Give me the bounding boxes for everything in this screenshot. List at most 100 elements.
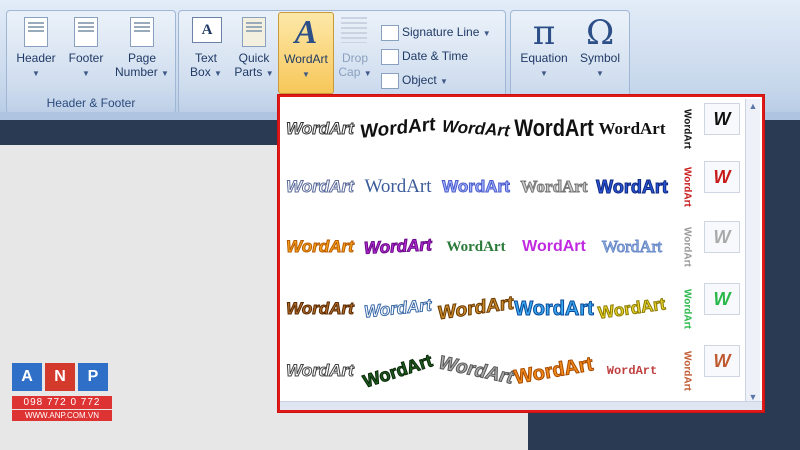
wordart-w-option[interactable]: W <box>704 103 740 135</box>
wordart-style-option[interactable]: WordArt <box>284 283 356 335</box>
wordart-w-option[interactable]: W <box>704 161 740 193</box>
page-number-icon <box>128 17 156 47</box>
wordart-style-text: WordArt <box>601 237 662 257</box>
wordart-w-option[interactable]: W <box>704 283 740 315</box>
object-icon <box>381 72 399 89</box>
wordart-vertical-text: WordArt <box>681 227 693 267</box>
anp-logo: A N P 098 772 0 772 WWW.ANP.COM.VN <box>12 363 112 421</box>
wordart-style-option[interactable]: WordArt <box>440 161 512 213</box>
chevron-down-icon: ▼ <box>302 70 310 79</box>
wordart-w-option[interactable]: W <box>704 345 740 377</box>
wordart-style-text: WordArt <box>446 238 506 255</box>
wordart-style-option[interactable]: WordArt <box>514 283 595 335</box>
wordart-w-letter: W <box>713 226 731 247</box>
drop-cap-button[interactable]: Drop Cap ▼ <box>335 17 375 81</box>
chevron-down-icon: ▼ <box>82 69 90 78</box>
wordart-vertical-option[interactable]: WordArt <box>676 157 698 217</box>
wordart-style-option[interactable]: WordArt <box>284 103 356 155</box>
chevron-down-icon: ▼ <box>32 69 40 78</box>
wordart-w-option[interactable]: W <box>704 221 740 253</box>
wordart-style-text: WordArt <box>514 115 594 142</box>
signature-icon <box>381 24 399 41</box>
quick-parts-icon <box>240 17 268 47</box>
wordart-style-option[interactable]: WordArt <box>596 283 668 335</box>
wordart-style-text: WordArt <box>514 297 595 320</box>
wordart-style-text: WordArt <box>286 237 355 257</box>
wordart-vertical-option[interactable]: WordArt <box>676 99 698 159</box>
wordart-icon: A <box>294 14 318 51</box>
quick-parts-label-2: Parts ▼ <box>234 65 274 79</box>
header-icon <box>22 17 50 47</box>
gallery-bottom-strip <box>280 401 762 410</box>
wordart-style-text: WordArt <box>596 176 669 197</box>
logo-website: WWW.ANP.COM.VN <box>12 410 112 421</box>
wordart-style-text: WordArt <box>363 295 433 322</box>
wordart-style-option[interactable]: WordArt <box>440 103 512 155</box>
wordart-style-option[interactable]: WordArt <box>518 161 590 213</box>
wordart-vertical-option[interactable]: WordArt <box>676 341 698 401</box>
wordart-button[interactable]: A WordArt ▼ <box>278 12 334 94</box>
page-number-label-2: Number ▼ <box>115 65 169 79</box>
wordart-grid: WordArt WordArt WordArt WordArt WordArt WordA… <box>284 101 744 403</box>
wordart-gallery: WordArt WordArt WordArt WordArt WordArt WordA… <box>278 95 764 412</box>
wordart-vertical-text: WordArt <box>681 167 693 207</box>
logo-letter-n: N <box>45 363 75 391</box>
wordart-style-option[interactable]: WordArt <box>360 103 437 155</box>
page-number-button[interactable]: Page Number ▼ <box>113 17 171 81</box>
wordart-style-option[interactable]: WordArt <box>596 161 669 213</box>
wordart-w-letter: W <box>713 108 731 129</box>
wordart-style-text: WordArt <box>360 113 437 144</box>
wordart-style-text: WordArt <box>286 119 355 139</box>
footer-button[interactable]: Footer ▼ <box>61 17 111 81</box>
wordart-style-option[interactable]: WordArt <box>514 103 594 155</box>
wordart-style-option[interactable]: WordArt <box>435 345 518 397</box>
wordart-style-option[interactable]: WordArt <box>284 161 356 213</box>
wordart-style-option[interactable]: WordArt <box>362 221 434 273</box>
wordart-style-option[interactable]: WordArt <box>284 345 356 397</box>
wordart-style-text: WordArt <box>598 119 666 138</box>
quick-parts-label-1: Quick <box>238 51 270 65</box>
wordart-style-text: WordArt <box>363 235 433 259</box>
wordart-w-letter: W <box>713 288 731 309</box>
wordart-style-text: WordArt <box>597 294 668 323</box>
wordart-style-text: WordArt <box>435 352 518 389</box>
wordart-style-option[interactable]: WordArt <box>596 345 668 397</box>
wordart-label: WordArt <box>284 52 328 66</box>
drop-cap-icon <box>341 17 369 47</box>
wordart-style-text: WordArt <box>520 177 588 197</box>
wordart-style-option[interactable]: WordArt <box>360 345 435 397</box>
wordart-style-text: WordArt <box>438 292 515 325</box>
page-number-label-1: Page <box>127 51 157 65</box>
date-time-button[interactable]: Date & Time <box>381 47 468 65</box>
wordart-style-option[interactable]: WordArt <box>438 283 515 335</box>
wordart-vertical-text: WordArt <box>681 351 693 391</box>
gallery-scrollbar[interactable]: ▲ ▼ <box>745 99 760 404</box>
wordart-style-text: WordArt <box>606 364 658 378</box>
wordart-vertical-text: WordArt <box>681 109 693 149</box>
logo-letter-a: A <box>12 363 42 391</box>
wordart-style-option[interactable]: WordArt <box>362 283 434 335</box>
wordart-style-text: WordArt <box>441 116 511 141</box>
object-button[interactable]: Object ▼ <box>381 71 448 89</box>
signature-line-button[interactable]: Signature Line ▼ <box>381 23 491 41</box>
wordart-style-option[interactable]: WordArt <box>440 221 512 273</box>
wordart-style-option[interactable]: WordArt <box>596 103 668 155</box>
symbol-button[interactable]: Ω Symbol ▼ <box>575 13 625 81</box>
wordart-vertical-option[interactable]: WordArt <box>676 279 698 339</box>
wordart-style-option[interactable]: WordArt <box>518 221 590 273</box>
quick-parts-button[interactable]: Quick Parts ▼ <box>231 17 277 81</box>
equation-button[interactable]: π Equation ▼ <box>515 16 573 81</box>
wordart-w-letter: W <box>713 350 731 371</box>
wordart-vertical-option[interactable]: WordArt <box>676 217 698 277</box>
header-button[interactable]: Header ▼ <box>11 17 61 81</box>
equation-label: Equation <box>520 51 568 65</box>
text-box-button[interactable]: A Text Box ▼ <box>183 17 229 81</box>
omega-icon: Ω <box>586 13 615 53</box>
wordart-w-letter: W <box>713 166 731 187</box>
scroll-up-icon[interactable]: ▲ <box>746 99 760 113</box>
wordart-style-text: WordArt <box>512 352 596 389</box>
wordart-style-option[interactable]: WordArt <box>362 161 434 213</box>
wordart-style-option[interactable]: WordArt <box>596 221 668 273</box>
wordart-style-option[interactable]: WordArt <box>512 345 595 397</box>
wordart-style-option[interactable]: WordArt <box>284 221 356 273</box>
